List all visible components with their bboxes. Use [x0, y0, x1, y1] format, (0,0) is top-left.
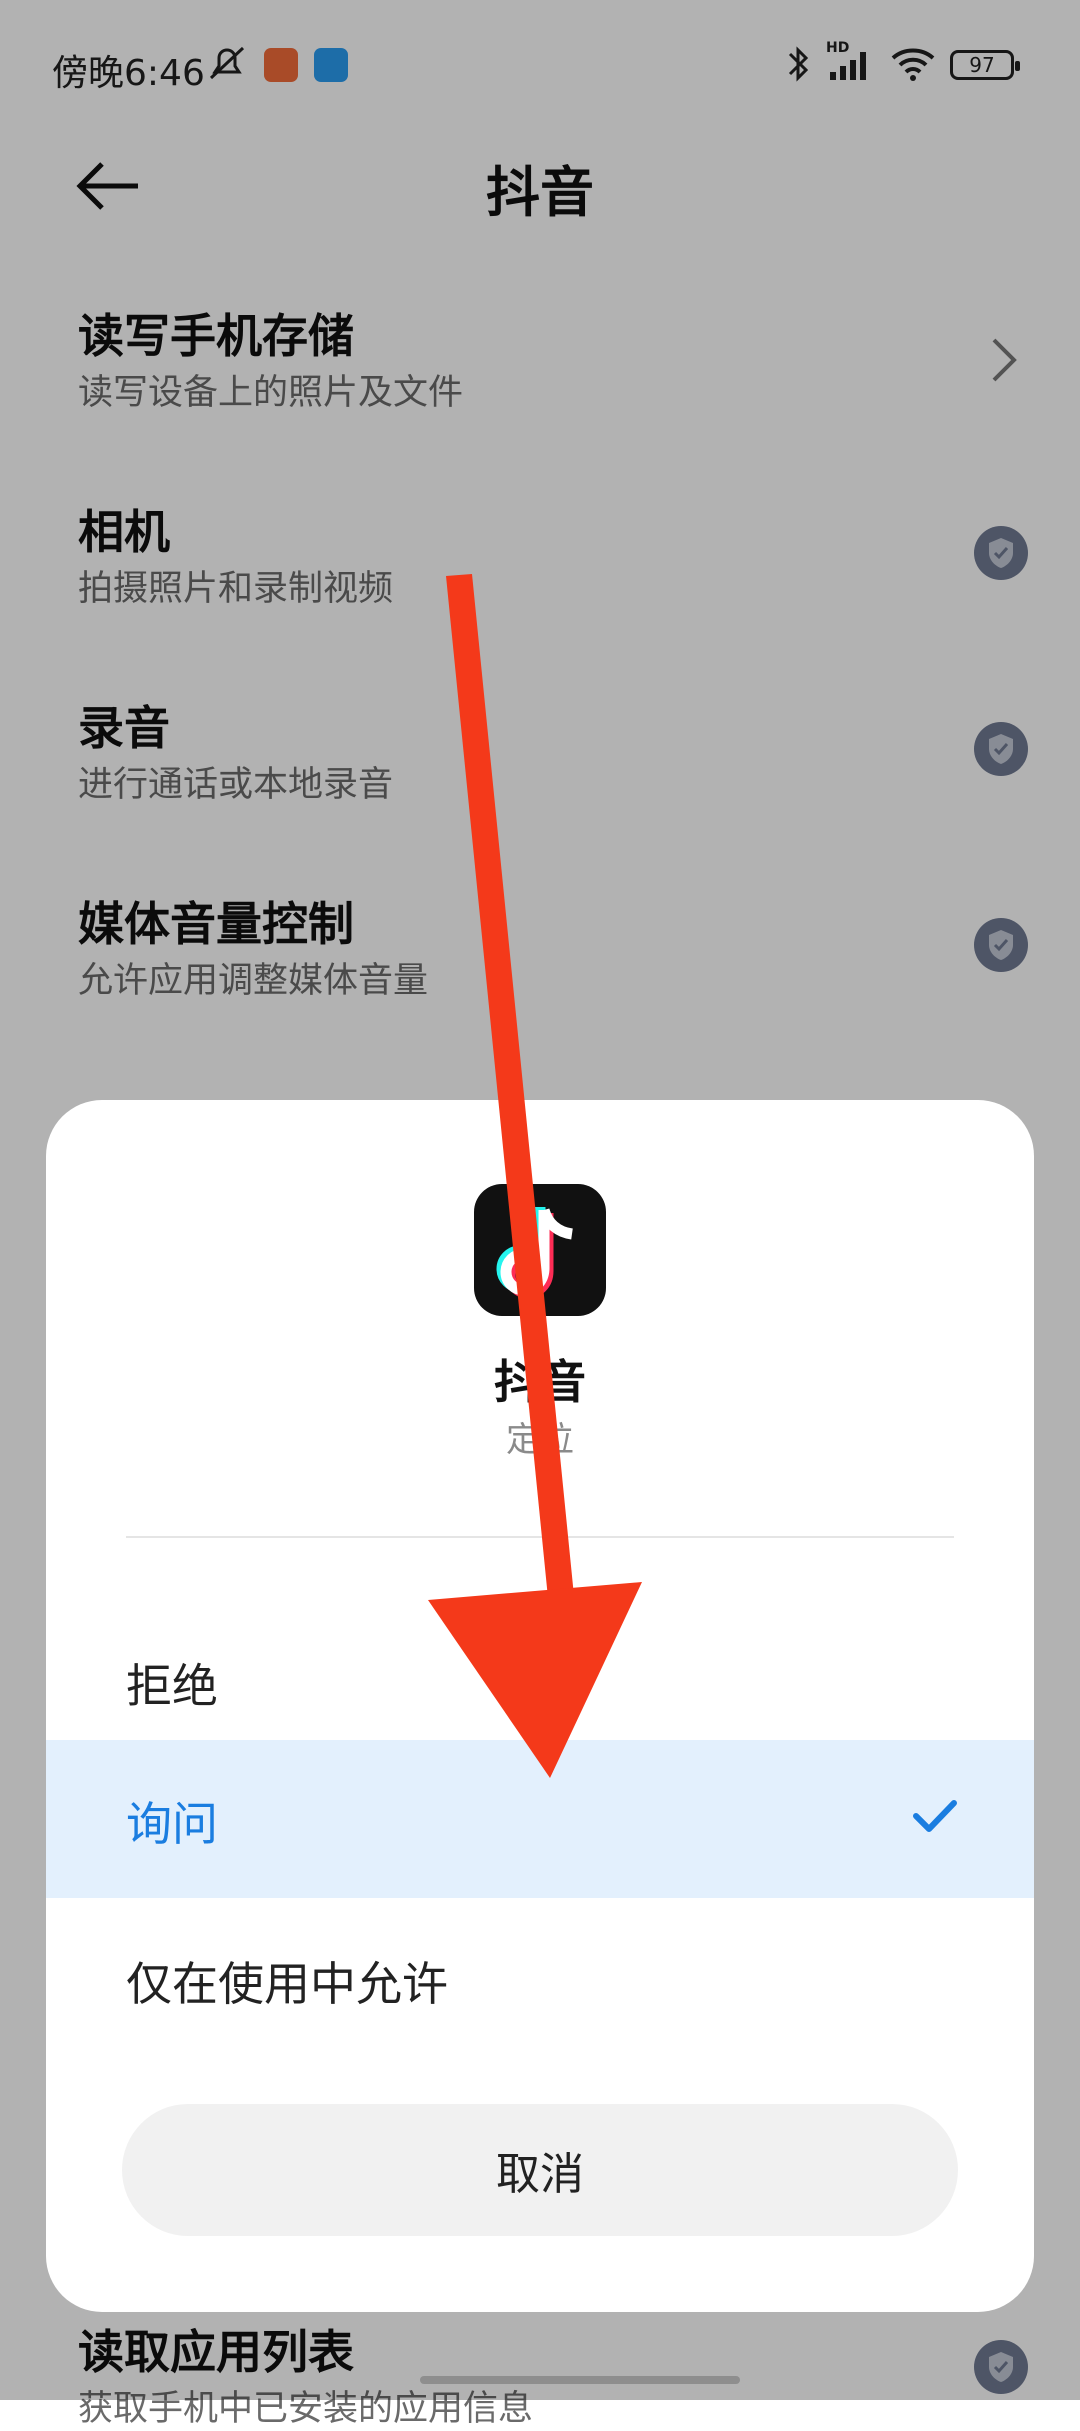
home-indicator[interactable]: [420, 2376, 740, 2384]
option-ask[interactable]: 询问: [46, 1740, 1034, 1898]
dialog-permission-name: 定位: [506, 1420, 574, 1460]
divider: [126, 1536, 954, 1538]
option-allow-while-using[interactable]: 仅在使用中允许: [46, 1900, 1034, 2058]
option-label: 询问: [126, 1797, 218, 1851]
douyin-app-icon: [474, 1184, 606, 1316]
option-deny[interactable]: 拒绝: [46, 1602, 1034, 1760]
cancel-button[interactable]: 取消: [122, 2104, 958, 2236]
checkmark-icon: [910, 1796, 960, 1836]
dialog-app-name: 抖音: [494, 1355, 586, 1409]
app-permissions-page: 傍晚6:46 HD 97 抖音 读写手机存储 读写设备上的照片及文件 相机 拍摄…: [0, 0, 1080, 2429]
option-label: 拒绝: [126, 1659, 218, 1713]
permission-dialog: 抖音 定位 拒绝 询问 仅在使用中允许 取消: [46, 1100, 1034, 2312]
option-label: 仅在使用中允许: [126, 1957, 448, 2011]
